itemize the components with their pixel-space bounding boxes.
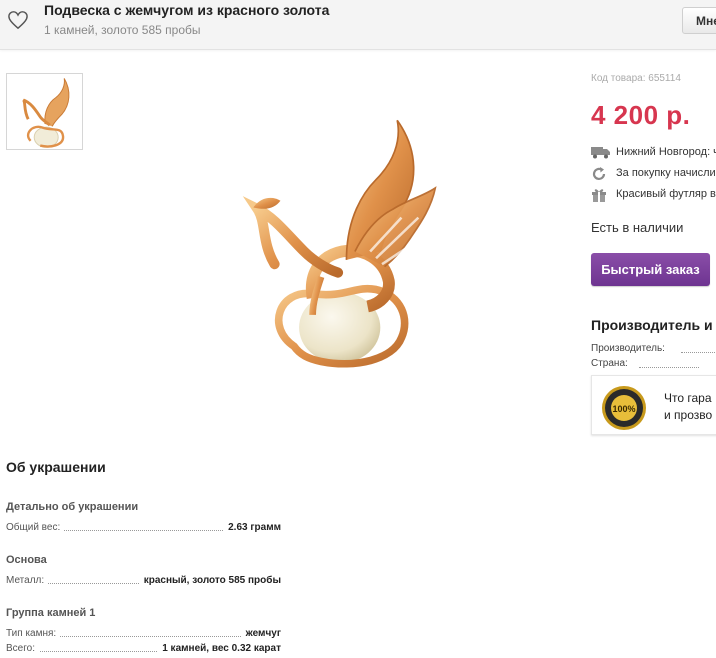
group-heading-base: Основа	[6, 554, 47, 566]
maker-heading: Производитель и	[591, 317, 713, 333]
dragon-pendant-image	[242, 119, 437, 368]
dragon-pendant-thumbnail-image	[22, 78, 70, 148]
prop-key: Общий вес:	[6, 522, 65, 533]
gift-text: Красивый футляр в	[616, 188, 716, 200]
group-heading-stones: Группа камней 1	[6, 607, 96, 619]
product-subtitle: 1 камней, золото 585 пробы	[44, 23, 201, 37]
guarantee-text-line2: и прозво	[664, 408, 713, 422]
prop-key: Металл:	[6, 575, 49, 586]
prop-value: красный, золото 585 пробы	[139, 575, 281, 586]
gift-icon	[592, 189, 606, 202]
maker-country-row: Страна:	[591, 358, 699, 369]
prop-value: 1 камней, вес 0.32 карат	[158, 643, 281, 654]
prop-key: Всего:	[6, 643, 39, 654]
heart-icon[interactable]	[7, 10, 29, 30]
guarantee-text-line1: Что гара	[664, 391, 712, 405]
guarantee-badge-icon: 100%	[602, 386, 646, 430]
opinion-button[interactable]: Мнение	[682, 7, 716, 34]
prop-value: 2.63 грамм	[224, 522, 281, 533]
product-header: Подвеска с жемчугом из красного золота 1…	[0, 0, 716, 50]
prop-total-weight: Общий вес: 2.63 грамм	[6, 522, 281, 536]
product-sku: Код товара: 655114	[591, 73, 681, 84]
product-price: 4 200 р.	[591, 100, 691, 130]
country-label: Страна:	[591, 358, 628, 369]
product-thumbnail[interactable]	[6, 73, 83, 150]
stock-status: Есть в наличии	[591, 220, 684, 235]
quick-order-button[interactable]: Быстрый заказ	[591, 253, 710, 286]
prop-stone-type: Тип камня: жемчуг	[6, 628, 281, 642]
prop-metal: Металл: красный, золото 585 пробы	[6, 575, 281, 589]
delivery-text: Нижний Новгород: ч	[616, 146, 716, 158]
guarantee-box[interactable]: 100% Что гара и прозво	[591, 375, 716, 435]
about-heading: Об украшении	[6, 459, 106, 475]
maker-producer-row: Производитель:	[591, 343, 716, 354]
truck-icon	[591, 147, 610, 159]
producer-label: Производитель:	[591, 343, 665, 354]
group-heading-details: Детально об украшении	[6, 501, 139, 513]
badge-text: 100%	[612, 404, 635, 414]
prop-key: Тип камня:	[6, 628, 61, 639]
prop-value: жемчуг	[241, 628, 281, 639]
product-title: Подвеска с жемчугом из красного золота	[44, 2, 330, 18]
bonus-text: За покупку начисли	[616, 167, 716, 179]
refresh-icon	[592, 167, 606, 180]
prop-stone-total: Всего: 1 камней, вес 0.32 карат	[6, 643, 281, 657]
